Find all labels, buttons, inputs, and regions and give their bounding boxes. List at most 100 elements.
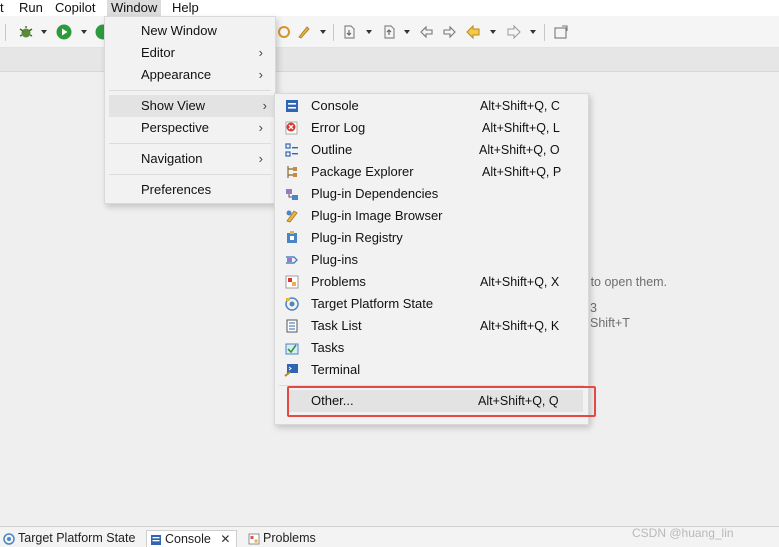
menu-separator [279, 385, 584, 386]
shortcut-label: Alt+Shift+Q, P [482, 165, 562, 179]
menu-run[interactable]: Run [19, 0, 43, 16]
chevron-right-icon: › [258, 45, 263, 60]
plugins-icon [286, 256, 298, 264]
console-icon [286, 100, 298, 112]
open-type-icon[interactable] [275, 24, 291, 40]
menu-item-show-view[interactable]: Show View › [109, 95, 275, 117]
last-edit-back-icon[interactable] [419, 24, 435, 40]
menu-item-label: Console [311, 98, 359, 113]
menu-item-label: Plug-ins [311, 252, 358, 267]
tab-label: Target Platform State [18, 531, 136, 545]
menu-item-label: Plug-in Dependencies [311, 186, 439, 201]
last-edit-forward-icon[interactable] [441, 24, 457, 40]
window-menu: New Window Editor › Appearance › Show Vi… [104, 16, 276, 204]
menu-file-fragment[interactable]: t [0, 0, 4, 16]
chevron-right-icon: › [262, 98, 267, 113]
tab-target-platform-state[interactable]: Target Platform State [0, 530, 135, 547]
menu-item-appearance[interactable]: Appearance › [105, 64, 275, 86]
menu-item-perspective[interactable]: Perspective › [105, 117, 275, 139]
menu-item-preferences[interactable]: Preferences [105, 179, 275, 201]
previous-annotation-dropdown-icon[interactable] [404, 30, 410, 34]
menu-item-tasks[interactable]: Tasks [275, 337, 588, 359]
back-icon[interactable] [465, 24, 481, 40]
close-icon[interactable]: ✕ [220, 532, 230, 546]
menu-item-package-explorer[interactable]: Package Explorer Alt+Shift+Q, P [275, 161, 588, 183]
menu-item-navigation[interactable]: Navigation › [105, 148, 275, 170]
menu-item-label: Plug-in Registry [311, 230, 403, 245]
target-platform-icon [3, 533, 15, 545]
debug-dropdown-icon[interactable] [41, 30, 47, 34]
console-icon [151, 535, 161, 545]
pin-editor-icon[interactable] [553, 24, 569, 40]
menu-item-console[interactable]: Console Alt+Shift+Q, C [275, 95, 588, 117]
editor-hint-line: 3 [590, 301, 597, 315]
menu-item-label: Plug-in Image Browser [311, 208, 443, 223]
problems-icon [248, 533, 260, 545]
menu-item-outline[interactable]: Outline Alt+Shift+Q, O [275, 139, 588, 161]
debug-icon[interactable] [18, 24, 34, 40]
menu-item-label: Appearance [141, 67, 212, 82]
target-platform-icon [285, 297, 299, 311]
plugin-image-browser-icon [286, 210, 298, 223]
package-explorer-icon [287, 166, 297, 178]
menu-item-problems[interactable]: Problems Alt+Shift+Q, X [275, 271, 588, 293]
menu-item-label: Terminal [311, 362, 361, 377]
forward-icon[interactable] [506, 24, 522, 40]
menu-item-label: Perspective [141, 120, 209, 135]
shortcut-label: Alt+Shift+Q, X [480, 275, 560, 289]
menu-item-new-window[interactable]: New Window [105, 20, 275, 42]
error-log-icon [285, 121, 298, 135]
menu-separator [109, 90, 271, 91]
menu-item-label: Package Explorer [311, 164, 414, 179]
tab-problems[interactable]: Problems [245, 530, 316, 547]
next-annotation-icon[interactable] [341, 24, 357, 40]
menu-item-label: Show View [141, 98, 206, 113]
menu-item-label: Problems [311, 274, 366, 289]
menu-item-other[interactable]: Other... Alt+Shift+Q, Q [287, 390, 583, 412]
shortcut-label: Alt+Shift+Q, L [482, 121, 560, 135]
menu-item-plugin-image-browser[interactable]: Plug-in Image Browser [275, 205, 588, 227]
next-annotation-dropdown-icon[interactable] [366, 30, 372, 34]
toolbar-separator [333, 24, 334, 41]
run-dropdown-icon[interactable] [81, 30, 87, 34]
menu-item-editor[interactable]: Editor › [105, 42, 275, 64]
menu-separator [109, 143, 271, 144]
menu-item-plugin-registry[interactable]: Plug-in Registry [275, 227, 588, 249]
previous-annotation-icon[interactable] [381, 24, 397, 40]
menu-item-task-list[interactable]: Task List Alt+Shift+Q, K [275, 315, 588, 337]
forward-dropdown-icon[interactable] [530, 30, 536, 34]
chevron-right-icon: › [258, 151, 263, 166]
toolbar-separator [544, 24, 545, 41]
menu-item-label: Error Log [311, 120, 366, 135]
menu-item-plugin-dependencies[interactable]: Plug-in Dependencies [275, 183, 588, 205]
menu-help[interactable]: Help [172, 0, 199, 16]
menu-copilot[interactable]: Copilot [55, 0, 95, 16]
tasks-icon [285, 343, 299, 355]
watermark: CSDN @huang_lin [632, 526, 734, 540]
search-dropdown-icon[interactable] [320, 30, 326, 34]
shortcut-label: Alt+Shift+Q, K [480, 319, 560, 333]
back-dropdown-icon[interactable] [490, 30, 496, 34]
search-pen-icon[interactable] [296, 24, 312, 40]
menu-item-label: Target Platform State [311, 296, 434, 311]
menu-window[interactable]: Window [107, 0, 162, 16]
menu-bar: t Run Copilot Window Help [0, 0, 779, 16]
menu-item-label: Navigation [141, 151, 203, 166]
menu-item-target-platform-state[interactable]: Target Platform State [275, 293, 588, 315]
menu-item-plugins[interactable]: Plug-ins [275, 249, 588, 271]
toolbar-separator [5, 24, 6, 41]
menu-item-label: Preferences [141, 182, 212, 197]
menu-item-error-log[interactable]: Error Log Alt+Shift+Q, L [275, 117, 588, 139]
shortcut-label: Alt+Shift+Q, Q [478, 394, 559, 408]
menu-item-label: Tasks [311, 340, 345, 355]
show-view-submenu: Console Alt+Shift+Q, C Error Log Alt+Shi… [274, 93, 589, 425]
tab-console[interactable]: Console ✕ [146, 530, 238, 547]
shortcut-label: Alt+Shift+Q, O [479, 143, 560, 157]
run-icon[interactable] [56, 24, 72, 40]
tab-label: Problems [263, 531, 316, 545]
menu-item-terminal[interactable]: Terminal [275, 359, 588, 381]
problems-icon [285, 275, 299, 289]
menu-item-label: New Window [141, 23, 217, 38]
menu-item-label: Outline [311, 142, 353, 157]
menu-item-label: Other... [311, 393, 354, 408]
